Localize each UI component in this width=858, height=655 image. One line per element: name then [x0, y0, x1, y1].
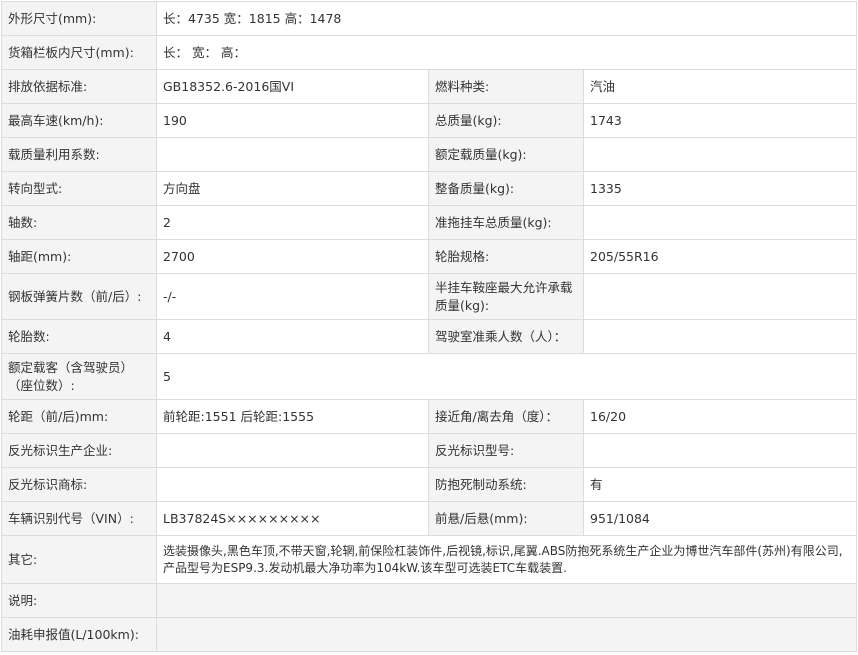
label-seating-capacity: 额定载客（含驾驶员）（座位数）: [1, 353, 157, 400]
row-other: 其它: 选装摄像头,黑色车顶,不带天窗,轮辋,前保险杠装饰件,后视镜,标识,尾翼… [1, 535, 857, 584]
value-tire-count: 4 [156, 319, 429, 354]
row-cargo-box-dimensions: 货箱栏板内尺寸(mm): 长： 宽： 高： [1, 35, 857, 70]
label-dimensions: 外形尺寸(mm): [1, 1, 157, 36]
row-vin-overhang: 车辆识别代号（VIN）: LB37824S××××××××× 前悬/后悬(mm)… [1, 501, 857, 536]
row-wheelbase-tires: 轴距(mm): 2700 轮胎规格: 205/55R16 [1, 239, 857, 274]
label-track-width: 轮距（前/后)mm: [1, 399, 157, 434]
label-reflective-brand: 反光标识商标: [1, 467, 157, 502]
label-emission-standard: 排放依据标准: [1, 69, 157, 104]
row-notes: 说明: [1, 583, 857, 618]
label-other: 其它: [1, 535, 157, 584]
label-fuel-type: 燃料种类: [428, 69, 584, 104]
label-abs: 防抱死制动系统: [428, 467, 584, 502]
value-curb-mass: 1335 [583, 171, 857, 206]
value-reflective-brand [156, 467, 429, 502]
value-saddle-load [583, 273, 857, 320]
label-cargo-box-dimensions: 货箱栏板内尺寸(mm): [1, 35, 157, 70]
label-cab-occupancy: 驾驶室准乘人数（人）： [428, 319, 584, 354]
label-saddle-load: 半挂车鞍座最大允许承载质量(kg): [428, 273, 584, 320]
row-speed-mass: 最高车速(km/h): 190 总质量(kg): 1743 [1, 103, 857, 138]
label-reflective-maker: 反光标识生产企业: [1, 433, 157, 468]
label-tire-spec: 轮胎规格: [428, 239, 584, 274]
value-reflective-model [583, 433, 857, 468]
value-max-speed: 190 [156, 103, 429, 138]
value-fuel-type: 汽油 [583, 69, 857, 104]
value-steering-type: 方向盘 [156, 171, 429, 206]
row-seating-capacity: 额定载客（含驾驶员）（座位数）: 5 [1, 353, 857, 400]
row-track-angles: 轮距（前/后)mm: 前轮距:1551 后轮距:1555 接近角/离去角（度）：… [1, 399, 857, 434]
label-max-speed: 最高车速(km/h): [1, 103, 157, 138]
row-load-factor: 载质量利用系数: 额定载质量(kg): [1, 137, 857, 172]
value-reflective-maker [156, 433, 429, 468]
value-other: 选装摄像头,黑色车顶,不带天窗,轮辋,前保险杠装饰件,后视镜,标识,尾翼.ABS… [156, 535, 857, 584]
label-overhang: 前悬/后悬(mm): [428, 501, 584, 536]
label-tire-count: 轮胎数: [1, 319, 157, 354]
value-abs: 有 [583, 467, 857, 502]
label-trailer-mass: 准拖挂车总质量(kg): [428, 205, 584, 240]
label-vin: 车辆识别代号（VIN）: [1, 501, 157, 536]
label-leaf-springs: 钢板弹簧片数（前/后）: [1, 273, 157, 320]
row-emission-fuel: 排放依据标准: GB18352.6-2016国VI 燃料种类: 汽油 [1, 69, 857, 104]
value-trailer-mass [583, 205, 857, 240]
value-track-width: 前轮距:1551 后轮距:1555 [156, 399, 429, 434]
label-wheelbase: 轴距(mm): [1, 239, 157, 274]
value-rated-load [583, 137, 857, 172]
row-springs-saddle: 钢板弹簧片数（前/后）: -/- 半挂车鞍座最大允许承载质量(kg): [1, 273, 857, 320]
row-steering-curb: 转向型式: 方向盘 整备质量(kg): 1335 [1, 171, 857, 206]
value-approach-departure: 16/20 [583, 399, 857, 434]
label-axle-count: 轴数: [1, 205, 157, 240]
vehicle-spec-table: 外形尺寸(mm): 长：4735 宽：1815 高：1478 货箱栏板内尺寸(m… [1, 1, 857, 652]
value-leaf-springs: -/- [156, 273, 429, 320]
value-load-utilization [156, 137, 429, 172]
row-axles-trailer: 轴数: 2 准拖挂车总质量(kg): [1, 205, 857, 240]
label-reflective-model: 反光标识型号: [428, 433, 584, 468]
row-fuel-consumption: 油耗申报值(L/100km): [1, 617, 857, 652]
value-cab-occupancy [583, 319, 857, 354]
label-fuel-consumption: 油耗申报值(L/100km): [1, 617, 157, 652]
label-rated-load: 额定载质量(kg): [428, 137, 584, 172]
row-reflective-brand-abs: 反光标识商标: 防抱死制动系统: 有 [1, 467, 857, 502]
value-overhang: 951/1084 [583, 501, 857, 536]
row-reflective-maker: 反光标识生产企业: 反光标识型号: [1, 433, 857, 468]
value-fuel-consumption [156, 617, 857, 652]
value-tire-spec: 205/55R16 [583, 239, 857, 274]
value-vin: LB37824S××××××××× [156, 501, 429, 536]
value-total-mass: 1743 [583, 103, 857, 138]
row-dimensions: 外形尺寸(mm): 长：4735 宽：1815 高：1478 [1, 1, 857, 36]
label-load-utilization: 载质量利用系数: [1, 137, 157, 172]
value-axle-count: 2 [156, 205, 429, 240]
value-cargo-box-dimensions: 长： 宽： 高： [156, 35, 857, 70]
label-notes: 说明: [1, 583, 157, 618]
value-notes [156, 583, 857, 618]
value-emission-standard: GB18352.6-2016国VI [156, 69, 429, 104]
value-seating-capacity: 5 [156, 353, 857, 400]
label-steering-type: 转向型式: [1, 171, 157, 206]
value-wheelbase: 2700 [156, 239, 429, 274]
row-tire-count-cab: 轮胎数: 4 驾驶室准乘人数（人）： [1, 319, 857, 354]
label-total-mass: 总质量(kg): [428, 103, 584, 138]
value-dimensions: 长：4735 宽：1815 高：1478 [156, 1, 857, 36]
label-curb-mass: 整备质量(kg): [428, 171, 584, 206]
label-approach-departure: 接近角/离去角（度）： [428, 399, 584, 434]
